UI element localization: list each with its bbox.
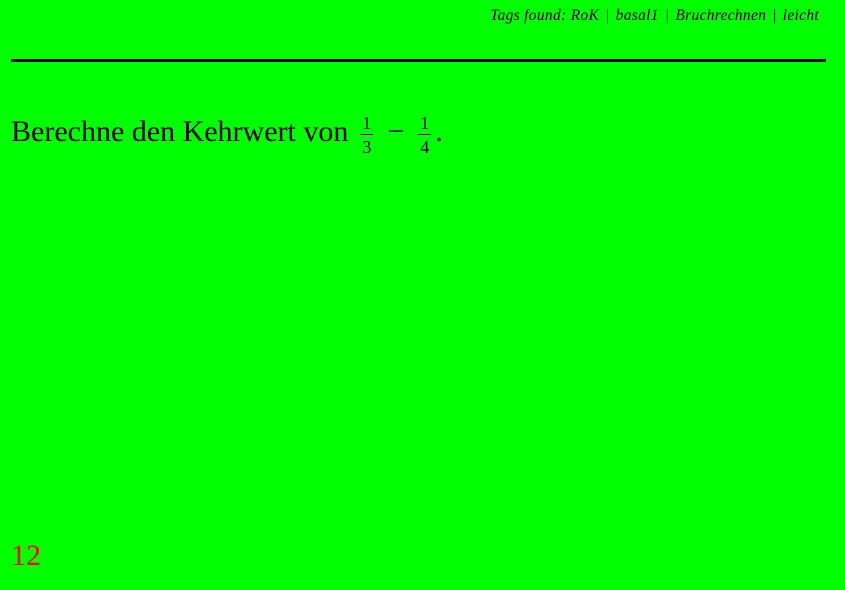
fraction-denominator: 4 (420, 137, 430, 157)
page-number: 12 (11, 539, 41, 572)
tag-item: basal1 (615, 7, 659, 24)
tag-item: RoK (570, 7, 600, 24)
fraction-one-quarter: 1 4 (418, 113, 432, 157)
tag-item: leicht (782, 7, 819, 24)
header-divider (11, 59, 826, 62)
fraction-numerator: 1 (418, 113, 432, 135)
fraction-denominator: 3 (362, 137, 372, 157)
question-prompt: Berechne den Kehrwert von (11, 115, 349, 148)
fraction-numerator: 1 (360, 113, 374, 135)
tag-item: Bruchrechnen (675, 7, 767, 24)
question-end-punct: . (435, 115, 443, 148)
question-text: Berechne den Kehrwert von 1 3 − 1 4 . (11, 111, 443, 157)
tag-separator: | (664, 7, 670, 24)
tags-line: Tags found: RoK | basal1 | Bruchrechnen | leic… (490, 7, 819, 25)
tags-prefix: Tags found: (490, 7, 567, 24)
fraction-one-third: 1 3 (360, 113, 374, 157)
tag-separator: | (605, 7, 610, 24)
tag-separator: | (772, 7, 777, 24)
minus-operator: − (387, 115, 405, 148)
